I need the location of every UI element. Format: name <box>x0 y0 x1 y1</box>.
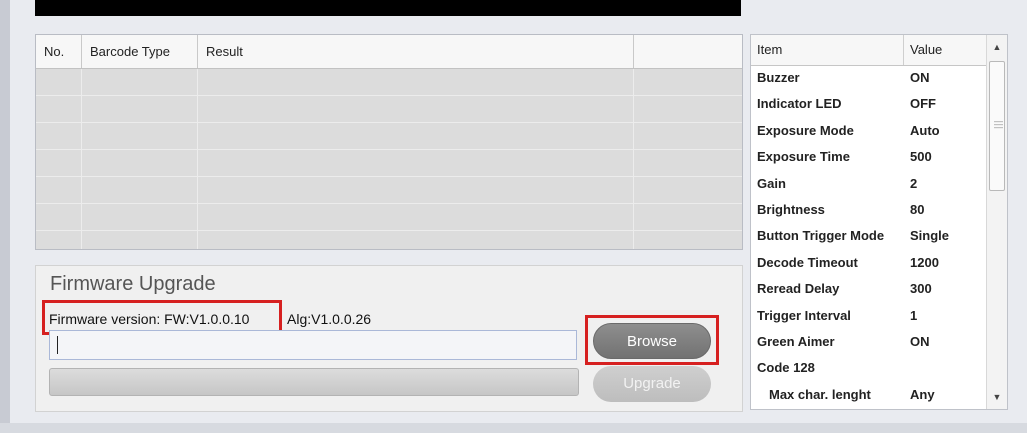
setting-item-label: Indicator LED <box>757 96 842 112</box>
setting-value[interactable]: 80 <box>904 197 924 223</box>
setting-value[interactable]: ON <box>904 65 930 91</box>
column-header-no[interactable]: No. <box>36 35 82 68</box>
window-frame-bottom <box>0 423 1027 433</box>
setting-item-label: Reread Delay <box>757 281 840 297</box>
settings-row-max-char-length[interactable]: Max char. lenght Any <box>751 382 986 408</box>
setting-item-label: Gain <box>757 175 786 191</box>
settings-rows: Buzzer ON Indicator LED OFF Exposure Mode A… <box>751 65 986 408</box>
text-caret <box>57 336 58 354</box>
setting-value[interactable]: 1200 <box>904 250 939 276</box>
settings-row-trigger-interval[interactable]: Trigger Interval 1 <box>751 303 986 329</box>
results-table: No. Barcode Type Result <box>35 34 743 250</box>
firmware-file-path-input[interactable] <box>49 330 577 360</box>
upgrade-progress-bar <box>49 368 579 396</box>
setting-item-label: Exposure Mode <box>757 122 854 138</box>
table-row[interactable] <box>36 231 742 249</box>
settings-row-brightness[interactable]: Brightness 80 <box>751 197 986 223</box>
setting-item-label: Trigger Interval <box>757 307 851 323</box>
camera-preview-area <box>35 0 741 16</box>
upgrade-button[interactable]: Upgrade <box>593 366 711 402</box>
table-row[interactable] <box>36 177 742 204</box>
setting-value[interactable]: Single <box>904 223 949 249</box>
scroll-up-icon[interactable]: ▲ <box>987 39 1007 55</box>
setting-item-label: Exposure Time <box>757 149 850 165</box>
settings-row-exposure-mode[interactable]: Exposure Mode Auto <box>751 118 986 144</box>
column-header-value[interactable]: Value <box>904 35 942 65</box>
column-header-barcode-type[interactable]: Barcode Type <box>82 35 198 68</box>
settings-row-reread-delay[interactable]: Reread Delay 300 <box>751 276 986 302</box>
setting-value[interactable]: Auto <box>904 118 940 144</box>
setting-item-label: Code 128 <box>757 360 815 376</box>
settings-table-header: Item Value <box>751 35 986 66</box>
setting-value[interactable]: 2 <box>904 171 917 197</box>
results-table-header: No. Barcode Type Result <box>36 35 742 69</box>
window-frame-left <box>0 0 10 433</box>
settings-table: Item Value Buzzer ON Indicator LED OFF Exp… <box>750 34 1008 410</box>
column-header-extra[interactable] <box>634 35 742 68</box>
settings-row-button-trigger-mode[interactable]: Button Trigger Mode Single <box>751 223 986 249</box>
setting-value[interactable]: OFF <box>904 91 936 117</box>
settings-row-code-128[interactable]: Code 128 <box>751 355 986 381</box>
setting-value[interactable]: 500 <box>904 144 932 170</box>
grip-icon: — — — <box>994 116 1003 132</box>
table-row[interactable] <box>36 150 742 177</box>
setting-item-label: Green Aimer <box>757 333 835 349</box>
algorithm-version-label: Alg:V1.0.0.26 <box>287 311 372 327</box>
table-row[interactable] <box>36 96 742 123</box>
settings-scrollbar[interactable]: ▲ — — — ▼ <box>986 35 1007 409</box>
setting-value[interactable] <box>904 355 910 381</box>
settings-row-decode-timeout[interactable]: Decode Timeout 1200 <box>751 250 986 276</box>
settings-row-buzzer[interactable]: Buzzer ON <box>751 65 986 91</box>
table-row[interactable] <box>36 204 742 231</box>
setting-value[interactable]: ON <box>904 329 930 355</box>
setting-item-label: Brightness <box>757 201 825 217</box>
setting-value[interactable]: 300 <box>904 276 932 302</box>
setting-item-label: Decode Timeout <box>757 254 858 270</box>
settings-row-gain[interactable]: Gain 2 <box>751 171 986 197</box>
setting-item-label: Button Trigger Mode <box>757 228 885 244</box>
setting-value[interactable]: Any <box>904 382 935 408</box>
table-row[interactable] <box>36 123 742 150</box>
table-row[interactable] <box>36 69 742 96</box>
browse-button-highlight <box>585 315 719 365</box>
column-header-item[interactable]: Item <box>751 35 904 65</box>
scrollbar-thumb[interactable]: — — — <box>989 61 1005 191</box>
firmware-upgrade-title: Firmware Upgrade <box>50 273 216 295</box>
settings-row-exposure-time[interactable]: Exposure Time 500 <box>751 144 986 170</box>
column-header-result[interactable]: Result <box>198 35 634 68</box>
setting-item-label: Buzzer <box>757 70 800 85</box>
setting-item-label: Max char. lenght <box>769 386 871 402</box>
setting-value[interactable]: 1 <box>904 303 917 329</box>
firmware-upgrade-panel: Firmware Upgrade Firmware version: FW:V1… <box>35 265 743 412</box>
scroll-down-icon[interactable]: ▼ <box>987 389 1007 405</box>
settings-row-green-aimer[interactable]: Green Aimer ON <box>751 329 986 355</box>
settings-row-indicator-led[interactable]: Indicator LED OFF <box>751 91 986 117</box>
